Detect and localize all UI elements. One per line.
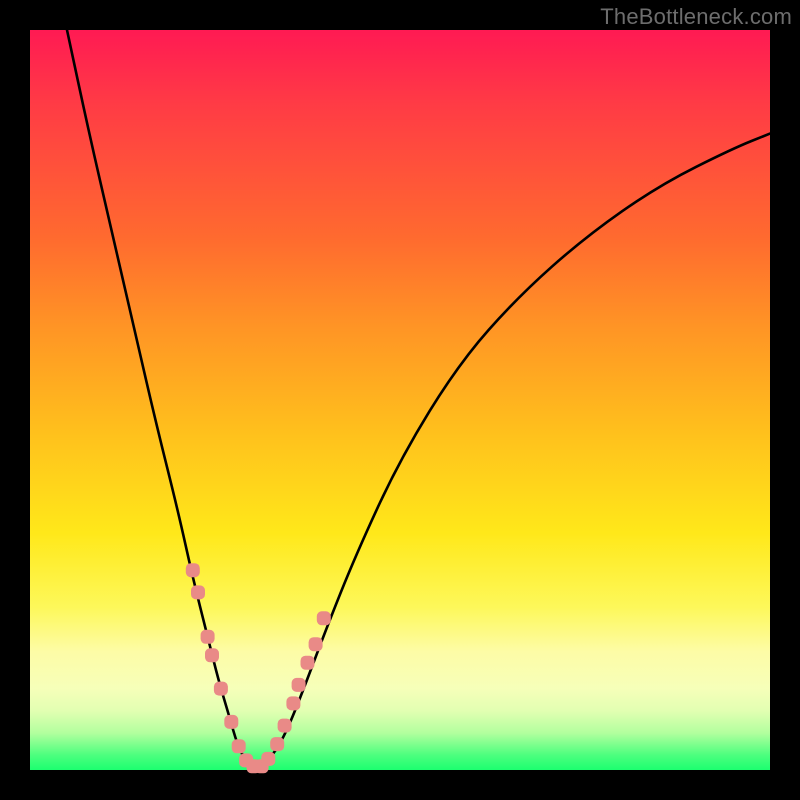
marker-cluster [186, 563, 331, 773]
marker-point [301, 656, 315, 670]
marker-point [224, 715, 238, 729]
marker-point [191, 585, 205, 599]
marker-point [309, 637, 323, 651]
curve-line-group [67, 30, 770, 766]
chart-svg [30, 30, 770, 770]
marker-point [214, 682, 228, 696]
marker-point [278, 719, 292, 733]
marker-point [317, 611, 331, 625]
marker-point [261, 752, 275, 766]
marker-point [186, 563, 200, 577]
marker-point [201, 630, 215, 644]
marker-point [292, 678, 306, 692]
marker-point [205, 648, 219, 662]
marker-point [286, 696, 300, 710]
bottleneck-curve [67, 30, 770, 766]
watermark-text: TheBottleneck.com [600, 4, 792, 30]
marker-point [232, 739, 246, 753]
chart-frame: TheBottleneck.com [0, 0, 800, 800]
marker-point [270, 737, 284, 751]
plot-area [30, 30, 770, 770]
